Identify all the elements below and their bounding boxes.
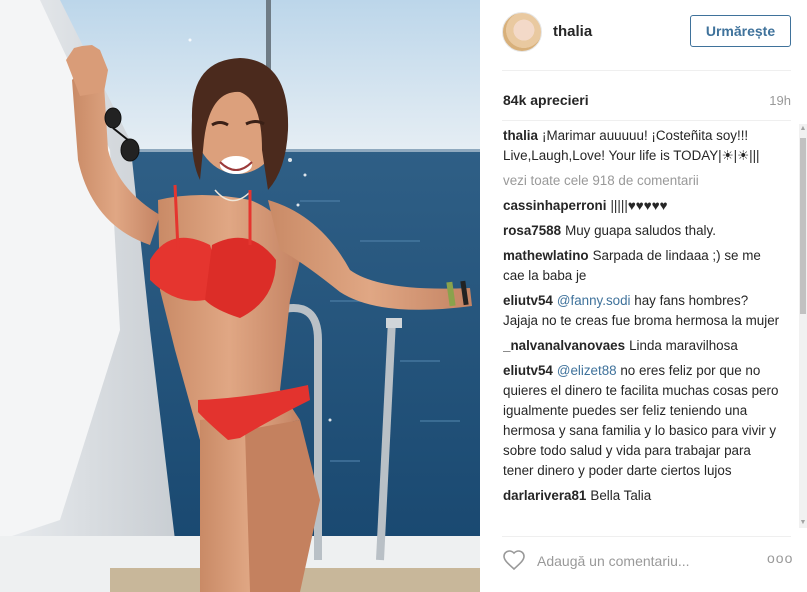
list-item: cassinhaperroni |||||♥♥♥♥♥ [503,196,785,216]
comments-list[interactable]: thalia ¡Marimar auuuuu! ¡Costeñita soy!!!… [503,126,785,528]
heart-icon[interactable] [502,548,526,572]
post-panel: thalia Urmărește 84k aprecieri 19h thali… [481,0,807,592]
comment-user[interactable]: cassinhaperroni [503,198,606,213]
comment-text: |||||♥♥♥♥♥ [610,198,668,213]
stats-row: 84k aprecieri 19h [503,92,791,110]
list-item: eliutv54 @fanny.sodi hay fans hombres? Ja… [503,291,785,331]
comment-footer: ooo [481,540,807,580]
more-options-icon[interactable]: ooo [767,550,793,566]
comment-user[interactable]: darlarivera81 [503,488,586,503]
scroll-down-icon[interactable]: ▼ [799,518,807,528]
scroll-up-icon[interactable]: ▲ [799,124,807,134]
follow-button[interactable]: Urmărește [690,15,791,47]
footer-divider [502,536,791,537]
list-item: eliutv54 @elizet88 no eres feliz por que … [503,361,785,481]
comment-mention[interactable]: @elizet88 [557,363,617,378]
post-author-username[interactable]: thalia [553,23,592,40]
comment-text: Bella Talia [590,488,652,503]
view-all-comments-link[interactable]: vezi toate cele 918 de comentarii [503,171,785,191]
scroll-thumb[interactable] [800,138,806,314]
post-time[interactable]: 19h [769,93,791,108]
comment-user[interactable]: mathewlatino [503,248,589,263]
comment-user[interactable]: eliutv54 [503,293,553,308]
list-item: mathewlatino Sarpada de lindaaa ;) se me … [503,246,785,286]
caption-text: ¡Marimar auuuuu! ¡Costeñita soy!!! Live,… [503,128,760,163]
list-item: rosa7588 Muy guapa saludos thaly. [503,221,785,241]
stats-divider [502,120,791,121]
comment-text: no eres feliz por que no quieres el dine… [503,363,779,478]
post-photo[interactable] [0,0,480,592]
comment-user[interactable]: rosa7588 [503,223,561,238]
list-item: _nalvanalvanovaes Linda maravilhosa [503,336,785,356]
comment-user[interactable]: _nalvanalvanovaes [503,338,625,353]
header-divider [502,70,791,71]
post-photo-illustration [0,0,480,592]
post-header: thalia Urmărește [481,0,807,70]
caption: thalia ¡Marimar auuuuu! ¡Costeñita soy!!!… [503,126,785,166]
comment-user[interactable]: eliutv54 [503,363,553,378]
comment-text: Muy guapa saludos thaly. [565,223,716,238]
comment-mention[interactable]: @fanny.sodi [557,293,631,308]
avatar[interactable] [502,12,542,52]
comment-input[interactable] [537,550,747,572]
comments-scrollbar[interactable]: ▲ ▼ [799,124,807,528]
likes-count[interactable]: 84k aprecieri [503,92,589,108]
caption-user[interactable]: thalia [503,128,538,143]
list-item: darlarivera81 Bella Talia [503,486,785,506]
comment-text: Linda maravilhosa [629,338,738,353]
